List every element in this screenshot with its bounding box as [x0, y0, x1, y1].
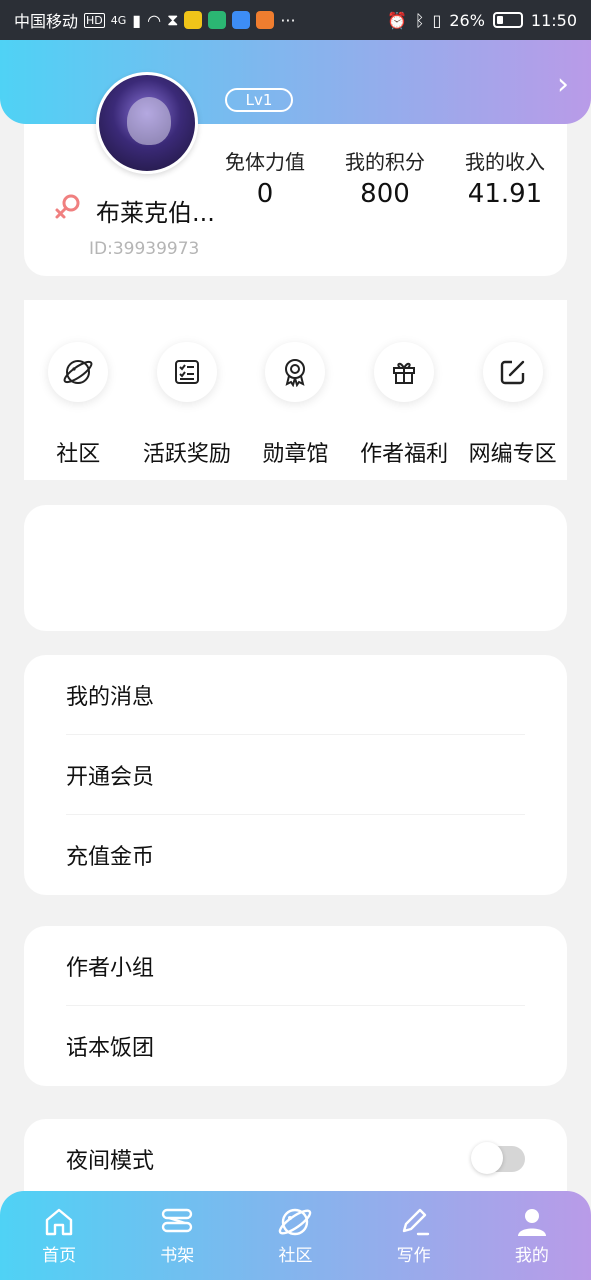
- bookshelf-icon: [162, 1208, 193, 1233]
- menu-fan-group[interactable]: 话本饭团: [66, 1006, 525, 1086]
- stat-label: 我的积分: [345, 150, 425, 174]
- home-icon: [45, 1208, 73, 1236]
- night-mode-toggle[interactable]: [471, 1142, 525, 1174]
- level-badge: Lv1: [225, 88, 293, 112]
- quick-activity-reward[interactable]: 活跃奖励: [135, 342, 239, 480]
- clock: 11:50: [530, 10, 577, 30]
- menu-label: 话本饭团: [66, 1036, 155, 1061]
- stat-label: 我的收入: [465, 150, 545, 174]
- quick-label: 作者福利: [360, 442, 449, 467]
- bluetooth-icon: ᛒ: [414, 10, 425, 30]
- menu-my-messages[interactable]: 我的消息: [66, 655, 525, 735]
- username: 布莱克伯...: [96, 199, 215, 227]
- app-notification-icon: [184, 11, 203, 29]
- quick-medal-hall[interactable]: 勋章馆: [243, 342, 347, 480]
- nav-label: 写作: [396, 1246, 431, 1266]
- quick-icon-circle: [156, 342, 217, 402]
- quick-icon-circle: [374, 342, 435, 402]
- stats-row: 免体力值 0 我的积分 800 我的收入 41.91: [205, 146, 565, 209]
- menu-label: 充值金币: [66, 845, 155, 870]
- nav-mine[interactable]: 我的: [487, 1205, 577, 1266]
- quick-editor-zone[interactable]: 网编专区: [461, 342, 565, 480]
- toggle-knob: [471, 1142, 503, 1174]
- battery-percent: 26%: [449, 10, 485, 30]
- menu-label: 夜间模式: [66, 1149, 155, 1174]
- nav-label: 首页: [42, 1246, 77, 1266]
- gift-icon: [393, 362, 416, 384]
- menu-author-group[interactable]: 作者小组: [66, 926, 525, 1006]
- stat-value: 41.91: [467, 179, 543, 209]
- quick-community[interactable]: 社区: [26, 342, 130, 480]
- quick-icon-circle: [265, 342, 326, 402]
- nav-home[interactable]: 首页: [14, 1205, 104, 1266]
- quick-label: 勋章馆: [262, 442, 329, 467]
- nav-label: 社区: [278, 1246, 313, 1266]
- quick-label: 活跃奖励: [142, 442, 231, 467]
- banner-placeholder: [24, 505, 567, 631]
- stat-label: 免体力值: [225, 150, 305, 174]
- menu-open-membership[interactable]: 开通会员: [66, 735, 525, 815]
- menu-label: 作者小组: [66, 955, 155, 981]
- vibrate-icon: ▯: [432, 10, 442, 30]
- bottom-nav: 首页 书架 社区 写作 我的: [0, 1191, 591, 1280]
- female-icon: [55, 194, 80, 219]
- menu-label: 开通会员: [66, 764, 155, 790]
- quick-author-welfare[interactable]: 作者福利: [352, 342, 456, 480]
- quick-icon-circle: [482, 342, 543, 402]
- nav-bookshelf[interactable]: 书架: [132, 1205, 222, 1266]
- user-icon: [517, 1209, 546, 1236]
- user-id: ID:39939973: [89, 239, 200, 259]
- medal-icon: [285, 359, 306, 387]
- menu-recharge-coins[interactable]: 充值金币: [66, 815, 525, 895]
- profile-header: ›: [0, 40, 591, 124]
- network-label: 4G: [110, 13, 127, 27]
- alarm-icon: ⏰: [386, 10, 407, 30]
- nav-community[interactable]: 社区: [250, 1205, 340, 1266]
- stat-value: 800: [360, 179, 410, 209]
- nav-label: 我的: [514, 1246, 549, 1266]
- checklist-icon: [174, 360, 199, 384]
- stat-points[interactable]: 我的积分 800: [325, 146, 445, 209]
- hd-icon: HD: [84, 12, 105, 28]
- browser-icon: [232, 11, 251, 29]
- battery-icon: [492, 12, 523, 28]
- signal-icon: ▮: [132, 10, 142, 30]
- nav-label: 书架: [160, 1246, 195, 1266]
- menu-group-community: 作者小组 话本饭团: [24, 926, 567, 1086]
- video-app-icon: [256, 11, 275, 29]
- quick-label: 网编专区: [468, 442, 557, 467]
- quick-actions: 社区 活跃奖励 勋章馆 作者福利 网编专区: [24, 300, 567, 480]
- more-notifications: ···: [280, 10, 296, 30]
- edit-icon: [500, 360, 524, 385]
- menu-night-mode[interactable]: 夜间模式: [66, 1119, 525, 1199]
- quick-icon-circle: [48, 342, 109, 402]
- quick-label: 社区: [56, 442, 101, 467]
- avatar[interactable]: [96, 72, 198, 174]
- wechat-icon: [208, 11, 227, 29]
- stat-stamina[interactable]: 免体力值 0: [205, 146, 325, 209]
- hourglass-icon: ⧗: [167, 10, 179, 29]
- status-bar: 中国移动 HD 4G ▮ ◠ ⧗ ··· ⏰ ᛒ ▯ 26% 11:50: [0, 0, 591, 40]
- planet-icon: [279, 1208, 312, 1236]
- carrier-label: 中国移动: [14, 12, 79, 31]
- pen-icon: [402, 1208, 429, 1236]
- wifi-icon: ◠: [147, 10, 162, 30]
- menu-label: 我的消息: [66, 684, 155, 710]
- stat-income[interactable]: 我的收入 41.91: [445, 146, 565, 209]
- chevron-right-icon[interactable]: ›: [557, 70, 569, 100]
- menu-group-account: 我的消息 开通会员 充值金币: [24, 655, 567, 895]
- planet-icon: [63, 360, 93, 384]
- nav-write[interactable]: 写作: [369, 1205, 459, 1266]
- stat-value: 0: [256, 179, 274, 209]
